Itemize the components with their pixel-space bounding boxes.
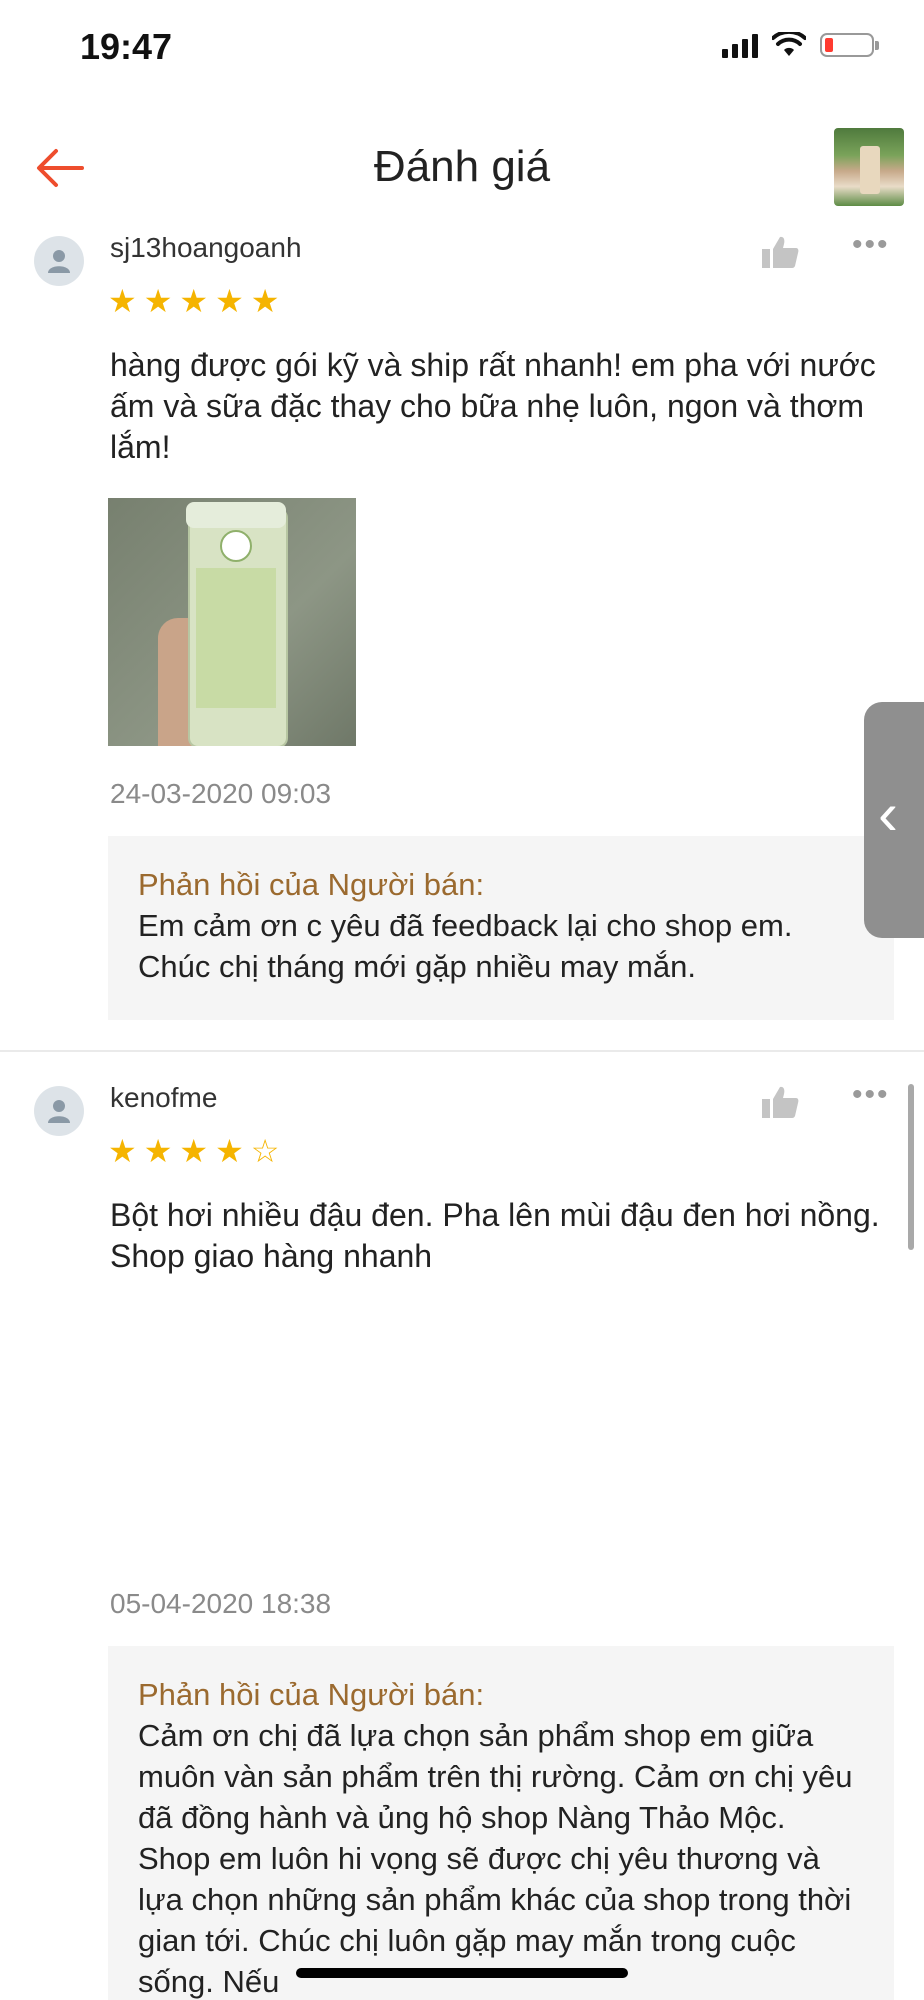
star-empty-icon: ☆ xyxy=(250,1133,280,1169)
star-filled-icon: ★ xyxy=(215,283,244,319)
review-date: 05-04-2020 18:38 xyxy=(110,1588,332,1619)
divider xyxy=(0,1050,924,1052)
battery-icon xyxy=(820,33,879,57)
star-rating: ★ ★ ★ ★ ☆ xyxy=(108,1135,279,1167)
seller-reply-text: Cảm ơn chị đã lựa chọn sản phẩm shop em … xyxy=(138,1718,853,1999)
home-indicator[interactable] xyxy=(296,1968,628,1978)
star-filled-icon: ★ xyxy=(143,1133,173,1169)
star-filled-icon: ★ xyxy=(108,283,137,319)
star-filled-icon: ★ xyxy=(179,1133,209,1169)
avatar[interactable] xyxy=(34,236,84,286)
scrollbar[interactable] xyxy=(908,1084,914,1250)
page-title: Đánh giá xyxy=(373,142,551,191)
side-drawer-handle[interactable]: ‹ xyxy=(864,702,924,938)
star-filled-icon: ★ xyxy=(215,1133,244,1169)
review-username[interactable]: kenofme xyxy=(110,1082,217,1114)
seller-reply-title: Phản hồi của Người bán: xyxy=(138,867,485,902)
more-options-icon[interactable]: ••• xyxy=(852,1078,890,1112)
status-bar: 19:47 xyxy=(0,0,924,100)
review-photo[interactable] xyxy=(108,498,356,746)
chevron-left-icon: ‹ xyxy=(878,780,898,847)
seller-reply-text: Em cảm ơn c yêu đã feedback lại cho shop… xyxy=(138,908,793,984)
review-date: 24-03-2020 09:03 xyxy=(110,778,332,809)
user-icon xyxy=(48,1100,70,1123)
status-icons xyxy=(722,32,879,58)
seller-reply-title: Phản hồi của Người bán: xyxy=(138,1677,485,1712)
star-filled-icon: ★ xyxy=(143,283,173,319)
star-rating: ★ ★ ★ ★ ★ xyxy=(108,285,279,317)
star-filled-icon: ★ xyxy=(179,283,209,319)
thumbs-up-icon[interactable] xyxy=(760,1084,800,1120)
more-options-icon[interactable]: ••• xyxy=(852,228,890,262)
star-filled-icon: ★ xyxy=(250,283,280,319)
review-text: hàng được gói kỹ và ship rất nhanh! em p… xyxy=(110,347,876,465)
seller-reply: Phản hồi của Người bán: Cảm ơn chị đã lự… xyxy=(108,1646,894,2000)
review-text: Bột hơi nhiều đậu đen. Pha lên mùi đậu đ… xyxy=(110,1197,880,1274)
review-username[interactable]: sj13hoangoanh xyxy=(110,232,302,264)
signal-icon xyxy=(722,32,758,58)
product-thumbnail[interactable] xyxy=(834,128,904,206)
seller-reply: Phản hồi của Người bán: Em cảm ơn c yêu … xyxy=(108,836,894,1020)
status-time: 19:47 xyxy=(80,26,173,67)
avatar[interactable] xyxy=(34,1086,84,1136)
thumbs-up-icon[interactable] xyxy=(760,234,800,270)
wifi-icon xyxy=(772,32,806,56)
user-icon xyxy=(48,250,70,273)
star-filled-icon: ★ xyxy=(108,1133,137,1169)
